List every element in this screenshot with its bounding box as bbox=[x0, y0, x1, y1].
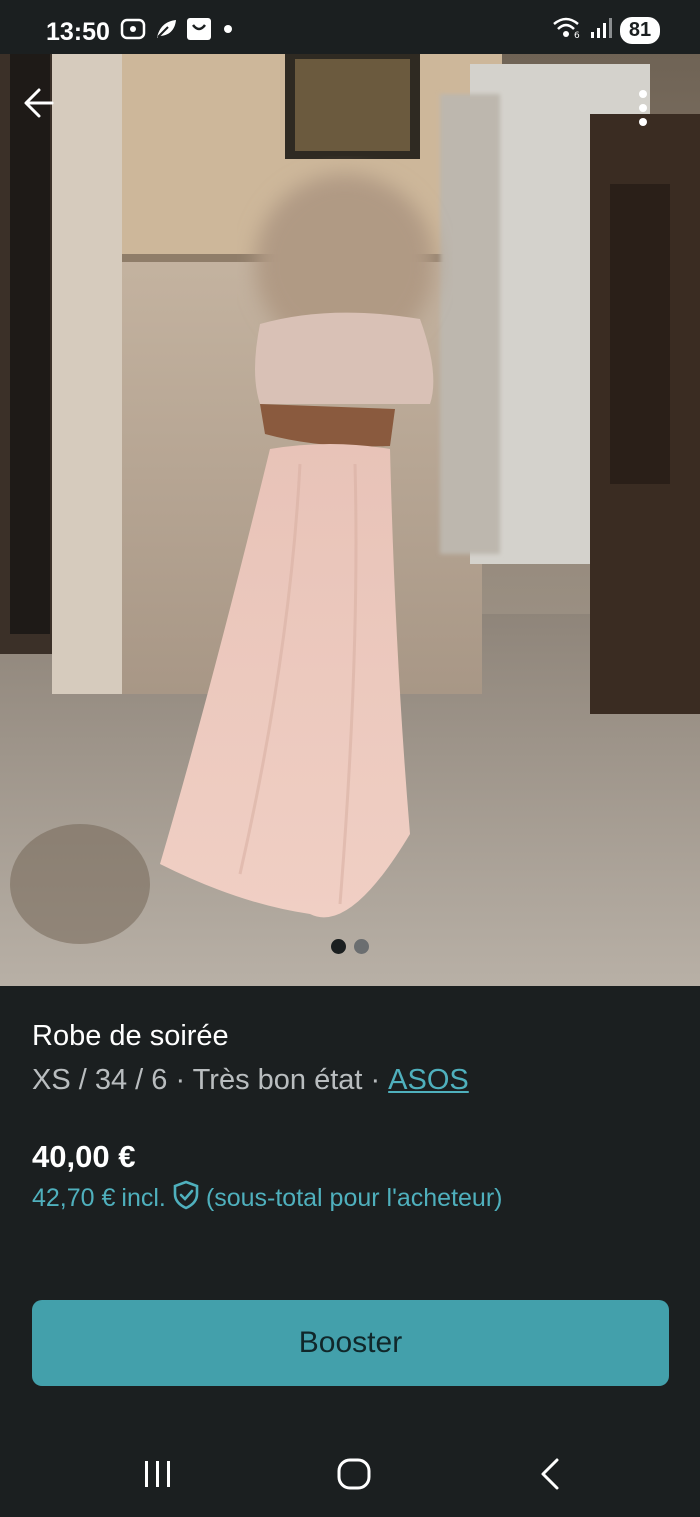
back-nav-button[interactable] bbox=[520, 1452, 580, 1496]
dot-icon bbox=[220, 17, 236, 46]
battery-icon: 81 bbox=[620, 17, 660, 44]
leaf-icon bbox=[154, 17, 178, 46]
more-options-button[interactable] bbox=[638, 86, 678, 130]
buyer-price-info[interactable]: 42,70 € incl. (sous-total pour l'acheteu… bbox=[32, 1180, 502, 1217]
home-button[interactable] bbox=[324, 1452, 384, 1496]
more-vertical-icon bbox=[639, 90, 647, 126]
status-icons-left bbox=[120, 17, 236, 46]
home-icon bbox=[337, 1458, 371, 1490]
wifi-icon: 6 bbox=[552, 16, 582, 45]
pagination-dot[interactable] bbox=[354, 939, 369, 954]
brand-link[interactable]: ASOS bbox=[388, 1064, 469, 1097]
photo-scene bbox=[0, 54, 700, 986]
item-title: Robe de soirée bbox=[32, 1020, 229, 1052]
status-icons-right: 6 81 bbox=[552, 16, 660, 45]
shopping-bag-icon bbox=[186, 17, 212, 46]
chevron-left-icon bbox=[541, 1458, 559, 1490]
svg-text:6: 6 bbox=[574, 31, 580, 40]
item-attributes: XS / 34 / 6 · Très bon état · bbox=[32, 1064, 381, 1096]
item-price: 40,00 € bbox=[32, 1139, 136, 1174]
signal-icon bbox=[590, 16, 612, 45]
photo-pagination bbox=[0, 939, 700, 954]
item-meta: XS / 34 / 6 · Très bon état · ASOS bbox=[32, 1064, 469, 1097]
system-nav-bar bbox=[0, 1420, 700, 1517]
shield-check-icon bbox=[172, 1180, 200, 1217]
buyer-incl-label: incl. bbox=[121, 1184, 166, 1212]
buyer-note: (sous-total pour l'acheteur) bbox=[205, 1184, 503, 1212]
screenshot-icon bbox=[120, 17, 146, 46]
status-bar: 13:50 6 81 bbox=[0, 0, 700, 54]
status-time: 13:50 bbox=[46, 18, 110, 46]
recent-apps-button[interactable] bbox=[128, 1452, 188, 1496]
pagination-dot-active[interactable] bbox=[331, 939, 346, 954]
buyer-price: 42,70 € bbox=[32, 1184, 116, 1212]
product-photo[interactable] bbox=[0, 54, 700, 986]
recent-apps-icon bbox=[145, 1461, 170, 1487]
arrow-left-icon bbox=[24, 88, 54, 118]
back-button[interactable] bbox=[22, 86, 66, 130]
booster-button[interactable]: Booster bbox=[32, 1300, 669, 1386]
